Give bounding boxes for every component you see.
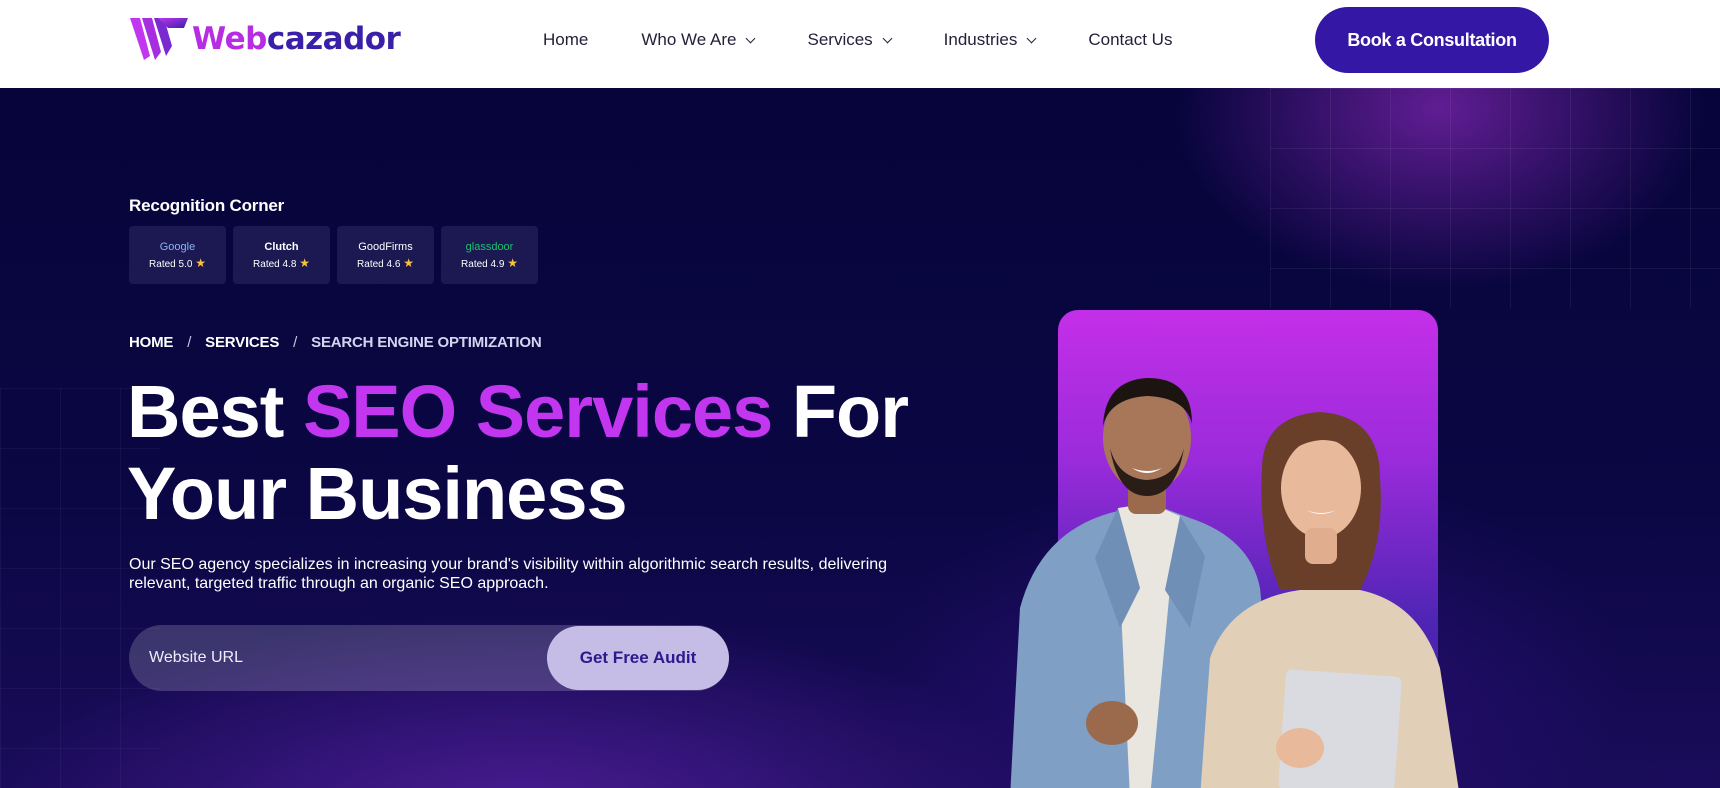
breadcrumb-separator: / xyxy=(187,334,192,351)
google-logo: Google xyxy=(159,240,196,253)
goodfirms-logo: GoodFirms xyxy=(358,240,413,253)
title-line2: Your Business xyxy=(127,452,628,535)
title-accent: SEO Services xyxy=(302,370,773,453)
badge-glassdoor[interactable]: glassdoor Rated 4.9 ★ xyxy=(441,226,538,284)
star-icon: ★ xyxy=(195,255,206,270)
breadcrumb-home[interactable]: HOME xyxy=(129,334,173,351)
badge-rating: Rated 4.8 ★ xyxy=(253,256,310,270)
nav-item-contact-us[interactable]: Contact Us xyxy=(1088,30,1172,50)
badge-rating: Rated 4.6 ★ xyxy=(357,256,414,270)
recognition-badges: Google Rated 5.0 ★ Clutch Rated 4.8 ★ Go… xyxy=(129,226,545,284)
star-icon: ★ xyxy=(403,255,414,270)
badge-goodfirms[interactable]: GoodFirms Rated 4.6 ★ xyxy=(337,226,434,284)
website-url-input[interactable] xyxy=(149,625,549,691)
nav-item-label: Who We Are xyxy=(641,30,737,49)
nav-item-label: Contact Us xyxy=(1088,30,1173,49)
decorative-grid xyxy=(1270,88,1720,308)
audit-form: Get Free Audit xyxy=(129,625,729,691)
nav-item-label: Services xyxy=(807,30,873,49)
hero-description: Our SEO agency specializes in increasing… xyxy=(129,556,888,592)
title-part1: Best xyxy=(127,370,303,453)
nav-item-label: Industries xyxy=(943,30,1018,49)
badge-rating: Rated 5.0 ★ xyxy=(149,256,206,270)
nav-item-home[interactable]: Home xyxy=(543,30,588,50)
star-icon: ★ xyxy=(299,255,310,270)
title-part2: For xyxy=(772,370,909,453)
chevron-down-icon xyxy=(746,33,756,43)
badge-google[interactable]: Google Rated 5.0 ★ xyxy=(129,226,226,284)
recognition-title: Recognition Corner xyxy=(129,196,285,215)
nav-item-industries[interactable]: Industries xyxy=(943,30,1037,50)
clutch-logo: Clutch xyxy=(264,240,299,253)
hero-section: Recognition Corner Google Rated 5.0 ★ Cl… xyxy=(0,88,1720,788)
nav-item-services[interactable]: Services xyxy=(807,30,893,50)
nav-item-label: Home xyxy=(543,30,589,49)
hero-people-image xyxy=(1010,378,1459,788)
logo[interactable]: Webcazador xyxy=(128,16,401,62)
badge-rating-text: Rated 4.9 xyxy=(461,258,505,270)
badge-rating: Rated 4.9 ★ xyxy=(461,256,518,270)
badge-rating-text: Rated 5.0 xyxy=(149,258,193,270)
get-free-audit-button[interactable]: Get Free Audit xyxy=(547,626,729,690)
breadcrumb: HOME / SERVICES / SEARCH ENGINE OPTIMIZA… xyxy=(129,334,542,351)
breadcrumb-services[interactable]: SERVICES xyxy=(205,334,279,351)
logo-text-part2: cazador xyxy=(266,21,401,57)
logo-text: Webcazador xyxy=(192,21,401,57)
glassdoor-logo: glassdoor xyxy=(465,240,514,253)
chevron-down-icon xyxy=(882,33,893,43)
nav-item-who-we-are[interactable]: Who We Are xyxy=(641,30,756,50)
breadcrumb-separator: / xyxy=(293,334,298,351)
site-header: Webcazador Home Who We Are Services Indu… xyxy=(0,0,1720,88)
breadcrumb-current: SEARCH ENGINE OPTIMIZATION xyxy=(311,334,542,351)
logo-mark-icon xyxy=(130,18,188,60)
book-consultation-button[interactable]: Book a Consultation xyxy=(1315,7,1549,73)
chevron-down-icon xyxy=(1026,33,1037,43)
badge-rating-text: Rated 4.8 xyxy=(253,258,297,270)
badge-rating-text: Rated 4.6 xyxy=(357,258,401,270)
page-title: Best SEO Services For Your Business xyxy=(127,370,909,535)
logo-text-part1: Web xyxy=(192,21,267,57)
main-nav: Home Who We Are Services Industries Cont… xyxy=(543,0,1172,80)
star-icon: ★ xyxy=(507,255,518,270)
badge-clutch[interactable]: Clutch Rated 4.8 ★ xyxy=(233,226,330,284)
